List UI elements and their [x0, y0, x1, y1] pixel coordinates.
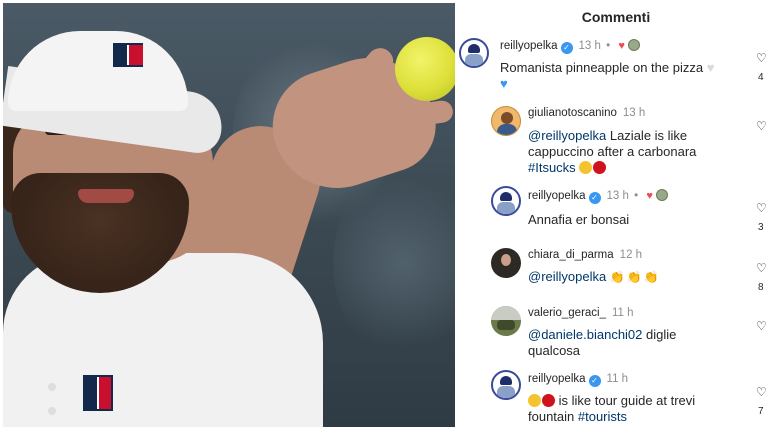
creator-liked-heart-icon: ♥ [618, 40, 625, 52]
timestamp: 12 h [619, 249, 643, 261]
player-shirt [3, 253, 323, 427]
cap [8, 31, 188, 111]
comments-panel: Commenti reillyopelka ✓ 13 h • ♥ Romanista… [456, 0, 768, 432]
like-count: 8 [758, 282, 764, 293]
mention-link[interactable]: @reillyopelka [528, 269, 606, 284]
hashtag-link[interactable]: #tourists [578, 409, 627, 424]
comment-text-line: diglie [642, 327, 677, 342]
verified-badge-icon: ✓ [588, 375, 601, 387]
yellow-circle-emoji [528, 394, 541, 407]
blue-heart-emoji: ♥ [500, 76, 508, 91]
shirt-button [48, 407, 56, 415]
player-mouth [78, 189, 134, 203]
timestamp: 11 h [612, 307, 634, 319]
username[interactable]: giulianotoscanino [528, 107, 617, 119]
like-heart-icon[interactable]: ♡ [756, 201, 768, 215]
username[interactable]: reillyopelka [528, 373, 586, 385]
username[interactable]: reillyopelka [500, 40, 558, 52]
separator-dot: • [606, 40, 611, 52]
like-heart-icon[interactable]: ♡ [756, 51, 768, 65]
tennis-ball [395, 37, 455, 101]
comment-text-line: cappuccino after a carbonara [528, 144, 697, 159]
like-heart-icon[interactable]: ♡ [756, 261, 768, 275]
avatar[interactable] [491, 306, 521, 336]
like-heart-icon[interactable]: ♡ [756, 119, 768, 133]
timestamp: 11 h [606, 373, 629, 385]
verified-badge-icon: ✓ [588, 192, 601, 204]
mention-link[interactable]: @reillyopelka [528, 128, 606, 143]
comment-text: @daniele.bianchi02 diglie qualcosa [528, 327, 753, 359]
clapping-hands-emoji: 👏 [626, 270, 642, 284]
creator-liked-avatar [627, 39, 640, 51]
username[interactable]: valerio_geraci_ [528, 307, 606, 319]
creator-liked-heart-icon: ♥ [646, 190, 653, 202]
yellow-circle-emoji [579, 161, 593, 174]
like-heart-icon[interactable]: ♡ [756, 319, 768, 333]
red-circle-emoji [542, 394, 555, 407]
mention-link[interactable]: @daniele.bianchi02 [528, 327, 642, 342]
red-circle-emoji [593, 161, 607, 174]
like-heart-icon[interactable]: ♡ [756, 385, 768, 399]
timestamp: 13 h [578, 40, 601, 52]
username[interactable]: chiara_di_parma [528, 249, 614, 261]
avatar[interactable] [491, 106, 521, 136]
like-count: 3 [758, 222, 764, 233]
brand-logo-cap [113, 43, 143, 67]
username[interactable]: reillyopelka [528, 190, 586, 202]
like-count: 4 [758, 72, 764, 83]
clapping-hands-emoji: 👏 [643, 270, 659, 284]
creator-liked-avatar [655, 189, 668, 201]
avatar[interactable] [491, 370, 521, 400]
comment-text-line: fountain [528, 409, 578, 424]
avatar[interactable] [491, 248, 521, 278]
like-count: 7 [758, 406, 764, 417]
comment-text-line: Romanista pinneapple on the pizza [500, 60, 704, 75]
timestamp: 13 h [622, 107, 646, 119]
comment-text-line: is like tour guide at trevi [555, 393, 696, 408]
hashtag-link[interactable]: #Itsucks [528, 160, 576, 175]
post-photo [3, 3, 455, 427]
comment-text: Annafia er bonsai [528, 212, 630, 227]
clapping-hands-emoji: 👏 [609, 270, 625, 284]
white-heart-emoji: ♥ [706, 60, 715, 75]
timestamp: 13 h [606, 190, 629, 202]
comment-text: @reillyopelka Laziale is like cappuccino… [528, 128, 753, 176]
panel-title: Commenti [581, 9, 651, 25]
brand-logo-shirt [83, 375, 113, 411]
comment-text: is like tour guide at trevi fountain #to… [528, 393, 753, 425]
verified-badge-icon: ✓ [560, 42, 573, 54]
separator-dot: • [634, 190, 639, 202]
avatar[interactable] [491, 186, 521, 216]
avatar[interactable] [459, 38, 489, 68]
comment-text: Romanista pinneapple on the pizza ♥ ♥ [500, 60, 750, 92]
comment-text-line: Laziale is like [606, 128, 688, 143]
shirt-button [48, 383, 56, 391]
comment-text-line: qualcosa [528, 343, 581, 358]
comment-text: @reillyopelka 👏 👏 👏 [528, 269, 753, 285]
